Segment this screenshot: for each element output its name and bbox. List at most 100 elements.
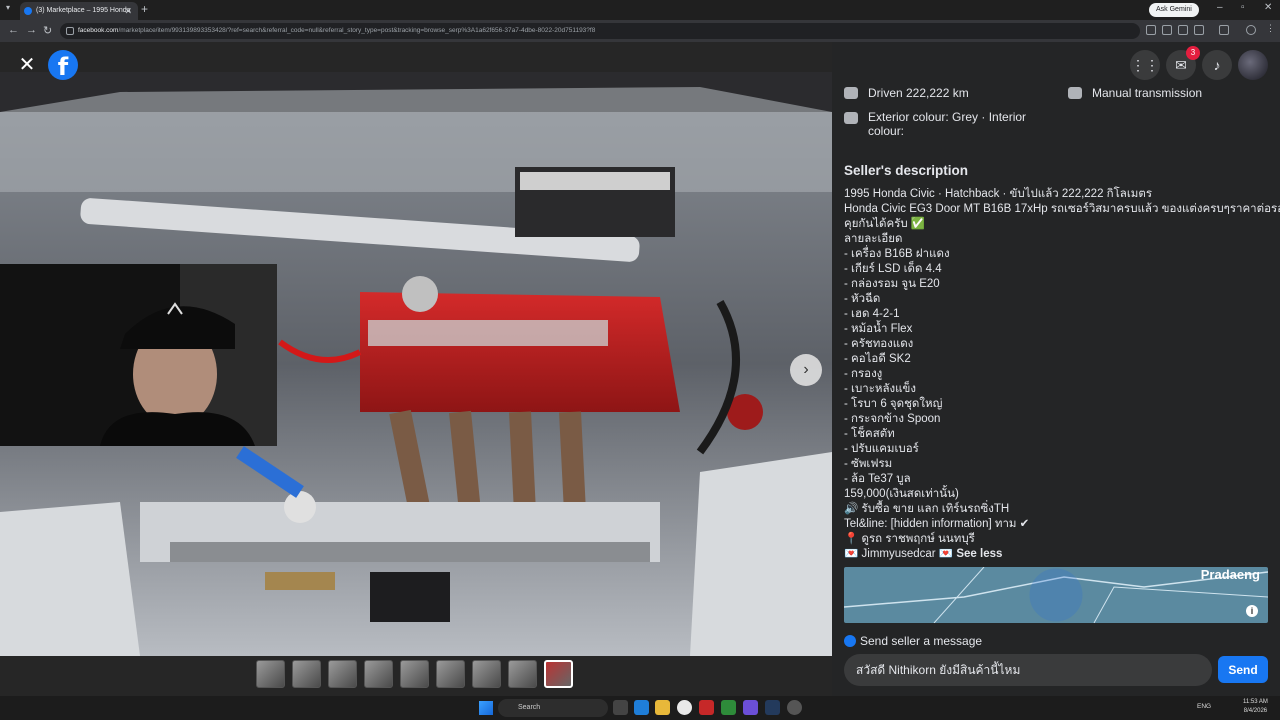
forward-icon[interactable]: → <box>26 24 37 36</box>
description-line: ลายละเอียด <box>844 233 903 245</box>
description-line: - เบาะหลังแข็ง <box>844 383 917 395</box>
zoom-icon[interactable] <box>1162 25 1172 35</box>
site-info-icon[interactable] <box>66 27 74 35</box>
see-less-link[interactable]: See less <box>956 548 1002 560</box>
language-indicator[interactable]: ENG <box>1197 703 1211 710</box>
thumbnail[interactable] <box>292 660 321 688</box>
window-close-icon[interactable]: ✕ <box>1264 2 1272 13</box>
description-line: 1995 Honda Civic · Hatchback · ขับไปแล้ว… <box>844 188 1153 200</box>
facebook-logo[interactable]: f <box>48 50 78 80</box>
seller-description: 1995 Honda Civic · Hatchback · ขับไปแล้ว… <box>844 187 1280 562</box>
steam-icon[interactable] <box>765 700 780 715</box>
app-icon[interactable] <box>743 700 758 715</box>
taskbar-search-text: Search <box>518 704 541 711</box>
description-line: - หม้อน้ำ Flex <box>844 323 913 335</box>
tab-list-icon[interactable]: ▾ <box>6 3 10 12</box>
message-input[interactable] <box>844 654 1212 686</box>
listing-details-panel: ⋮⋮ ✉ 3 ♪ Driven 222,222 km Manual transm… <box>832 42 1280 696</box>
thumbnail[interactable] <box>328 660 357 688</box>
description-line: - ครัชทองแดง <box>844 338 914 350</box>
thumbnail[interactable] <box>256 660 285 688</box>
tab-title: (3) Marketplace – 1995 Honda <box>36 7 131 14</box>
thumbnail[interactable] <box>364 660 393 688</box>
ask-gemini-button[interactable]: Ask Gemini <box>1149 3 1199 17</box>
description-last-line: 💌 Jimmyusedcar 💌 See less <box>844 547 1274 562</box>
edge-icon[interactable] <box>634 700 649 715</box>
notifications-bell-icon[interactable]: ♪ <box>1202 50 1232 80</box>
windows-start-icon[interactable] <box>479 701 493 715</box>
clock-date: 8/4/2026 <box>1243 708 1268 714</box>
description-line: 📍 ดูรถ ราชพฤกษ์ นนทบุรี <box>844 533 975 545</box>
chrome-icon[interactable] <box>677 700 692 715</box>
new-tab-icon[interactable]: + <box>141 2 148 16</box>
app-icon[interactable] <box>787 700 802 715</box>
browser-tab-bar: ▾ (3) Marketplace – 1995 Honda ✕ + Ask G… <box>0 0 1280 20</box>
sellers-description-title: Seller's description <box>844 163 969 178</box>
thumbnail-active[interactable] <box>544 660 573 688</box>
xbox-icon[interactable] <box>721 700 736 715</box>
clock-time: 11:53 AM <box>1243 699 1268 705</box>
spec-colour: Exterior colour: Grey · Interior colour: <box>868 110 1027 138</box>
menu-grid-icon[interactable]: ⋮⋮ <box>1130 50 1160 80</box>
bookmark-star-icon[interactable] <box>1194 25 1204 35</box>
description-line: - โรบา 6 จุดชุดใหญ่ <box>844 398 943 410</box>
spec-transmission: Manual transmission <box>1092 86 1203 100</box>
profile-icon[interactable] <box>1246 25 1256 35</box>
description-line: - เกียร์ LSD เด็ด 4.4 <box>844 263 942 275</box>
tab-close-icon[interactable]: ✕ <box>124 2 132 20</box>
description-line: - ล้อ Te37 บูล <box>844 473 911 485</box>
menu-icon[interactable]: ⋮ <box>1266 23 1276 33</box>
thumbnail[interactable] <box>400 660 429 688</box>
maximize-icon[interactable]: ▫ <box>1241 2 1245 13</box>
url-input[interactable]: facebook.com/marketplace/item/9931398933… <box>60 23 1140 39</box>
info-icon[interactable]: i <box>1246 605 1258 617</box>
description-line: - ปรับแคมเบอร์ <box>844 443 919 455</box>
close-viewer-button[interactable]: ✕ <box>14 52 40 78</box>
description-line: - กล่องรอม จูน E20 <box>844 278 940 290</box>
description-line: 159,000(เงินสดเท่านั้น) <box>844 488 959 500</box>
clock[interactable]: 11:53 AM 8/4/2026 <box>1243 698 1268 716</box>
translate-icon[interactable] <box>1146 25 1156 35</box>
app-icon[interactable] <box>699 700 714 715</box>
thumbnail-strip <box>256 660 573 690</box>
notification-badge: 3 <box>1186 46 1200 60</box>
task-view-icon[interactable] <box>613 700 628 715</box>
minimize-icon[interactable]: – <box>1217 2 1223 13</box>
profile-avatar[interactable] <box>1238 50 1268 80</box>
url-host: facebook.com <box>78 27 119 34</box>
description-line: Honda Civic EG3 Door MT B16B 17xHp รถเซอ… <box>844 203 1280 215</box>
thumbnail[interactable] <box>436 660 465 688</box>
description-line: - กรองงู <box>844 368 883 380</box>
send-button[interactable]: Send <box>1218 656 1268 683</box>
description-line: - คอไอดี SK2 <box>844 353 911 365</box>
url-path: /marketplace/item/993139893353428/?ref=s… <box>118 27 596 34</box>
back-icon[interactable]: ← <box>8 24 19 36</box>
map-label: Pradaeng <box>1200 567 1260 582</box>
next-photo-button[interactable]: › <box>790 354 822 386</box>
reload-icon[interactable]: ↻ <box>43 24 52 37</box>
share-icon[interactable] <box>1178 25 1188 35</box>
facebook-favicon-icon <box>24 7 32 15</box>
paint-brush-icon <box>844 112 858 124</box>
description-line: - โช็คสตัท <box>844 428 895 440</box>
taskbar-search[interactable]: Search <box>498 699 608 717</box>
description-line: - ซัพเฟรม <box>844 458 893 470</box>
location-map[interactable]: Pradaeng i <box>844 567 1268 623</box>
description-line: - กระจกข้าง Spoon <box>844 413 941 425</box>
thumbnail[interactable] <box>508 660 537 688</box>
description-line: 💌 Jimmyusedcar 💌 <box>844 548 954 560</box>
speedometer-icon <box>844 87 858 99</box>
thumbnail[interactable] <box>472 660 501 688</box>
description-line: - เฮด 4-2-1 <box>844 308 900 320</box>
file-explorer-icon[interactable] <box>655 700 670 715</box>
photo-viewer: ✕ f › <box>0 42 832 696</box>
webcam-person-image <box>0 264 277 446</box>
description-line: 🔊 รับซื้อ ขาย แลก เทิร์นรถซิ่งTH <box>844 503 1010 515</box>
taskbar: Search ENG 11:53 AM 8/4/2026 <box>0 696 1280 720</box>
panel-header: ⋮⋮ ✉ 3 ♪ <box>832 42 1280 86</box>
send-seller-message-label: Send seller a message <box>844 634 982 648</box>
extensions-icon[interactable] <box>1219 25 1229 35</box>
send-seller-label-text: Send seller a message <box>860 634 983 648</box>
browser-tab[interactable]: (3) Marketplace – 1995 Honda ✕ <box>20 2 138 20</box>
description-line: - เครื่อง B16B ฝาแดง <box>844 248 950 260</box>
